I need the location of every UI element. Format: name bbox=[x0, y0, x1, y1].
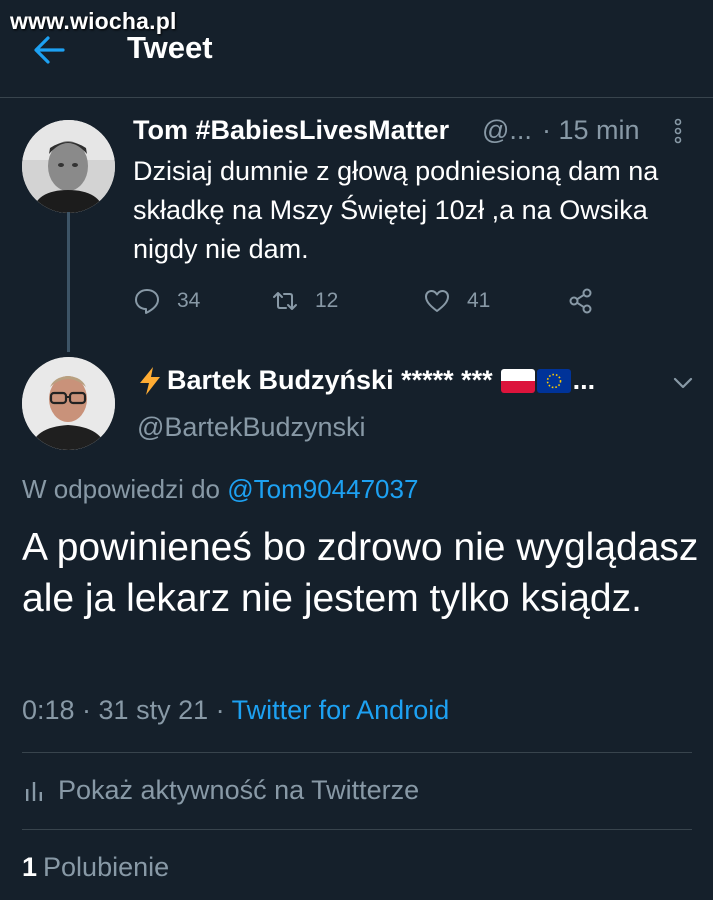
likes-summary[interactable]: 1 Polubienie bbox=[22, 852, 169, 883]
avatar-tom[interactable] bbox=[22, 120, 115, 213]
parent-timestamp: · 15 min bbox=[542, 115, 640, 145]
like-button[interactable]: 41 bbox=[423, 286, 490, 316]
like-count: 41 bbox=[467, 289, 491, 312]
main-author-handle[interactable]: @BartekBudzynski bbox=[137, 412, 366, 443]
reply-count: 34 bbox=[177, 289, 201, 312]
lightning-icon bbox=[140, 366, 160, 395]
reply-prefix: W odpowiedzi do bbox=[22, 474, 220, 504]
name-overflow: ... bbox=[572, 365, 596, 395]
reply-context: W odpowiedzi do @Tom90447037 bbox=[22, 474, 418, 505]
thread-line bbox=[67, 212, 70, 352]
avatar-bartek[interactable] bbox=[22, 357, 115, 450]
retweet-count: 12 bbox=[315, 289, 339, 312]
retweet-button[interactable]: 12 bbox=[271, 286, 338, 316]
poland-flag-icon bbox=[500, 368, 535, 393]
avatar-image bbox=[22, 120, 115, 213]
parent-author-handle[interactable]: @... bbox=[482, 115, 532, 146]
share-button[interactable] bbox=[567, 286, 611, 316]
reply-to-mention[interactable]: @Tom90447037 bbox=[227, 474, 418, 504]
divider bbox=[22, 829, 692, 830]
page-title: Tweet bbox=[127, 30, 213, 65]
chevron-down-icon[interactable] bbox=[672, 375, 694, 391]
heart-icon bbox=[425, 290, 449, 312]
tweet-timestamp: 0:18 · 31 sty 21 · bbox=[22, 695, 225, 725]
main-tweet-text: A powinieneś bo zdrowo nie wyglądasz ale… bbox=[22, 526, 699, 620]
reply-button[interactable]: 34 bbox=[133, 286, 200, 316]
avatar-image bbox=[22, 357, 115, 450]
main-author-name-text: Bartek Budzyński ***** *** bbox=[167, 365, 493, 395]
parent-tweet-text: Dzisiaj dumnie z głową podniesioną dam n… bbox=[133, 156, 659, 264]
eu-flag-icon bbox=[536, 368, 571, 393]
tweet-detail-screen: Tweet www.wiocha.pl Tom #BabiesLivesMatt… bbox=[0, 0, 713, 900]
divider bbox=[22, 752, 692, 753]
show-activity-button[interactable]: Pokaż aktywność na Twitterze bbox=[24, 775, 419, 806]
analytics-icon bbox=[26, 781, 42, 801]
show-activity-label: Pokaż aktywność na Twitterze bbox=[58, 775, 420, 805]
likes-label: Polubienie bbox=[43, 852, 170, 882]
tweet-meta: 0:18 · 31 sty 21 · Twitter for Android bbox=[22, 695, 449, 726]
retweet-icon bbox=[273, 292, 297, 310]
more-vertical-icon[interactable] bbox=[673, 118, 683, 144]
main-author-name[interactable]: Bartek Budzyński ***** *** ... bbox=[137, 365, 595, 396]
parent-author-name[interactable]: Tom #BabiesLivesMatter bbox=[133, 115, 449, 146]
watermark: www.wiocha.pl bbox=[10, 8, 177, 34]
share-icon bbox=[569, 288, 592, 314]
likes-count: 1 bbox=[22, 852, 38, 882]
parent-action-bar: 34 12 41 bbox=[133, 286, 603, 316]
arrow-left-icon[interactable] bbox=[33, 35, 65, 65]
reply-icon bbox=[135, 289, 159, 314]
tweet-source-link[interactable]: Twitter for Android bbox=[232, 695, 450, 725]
